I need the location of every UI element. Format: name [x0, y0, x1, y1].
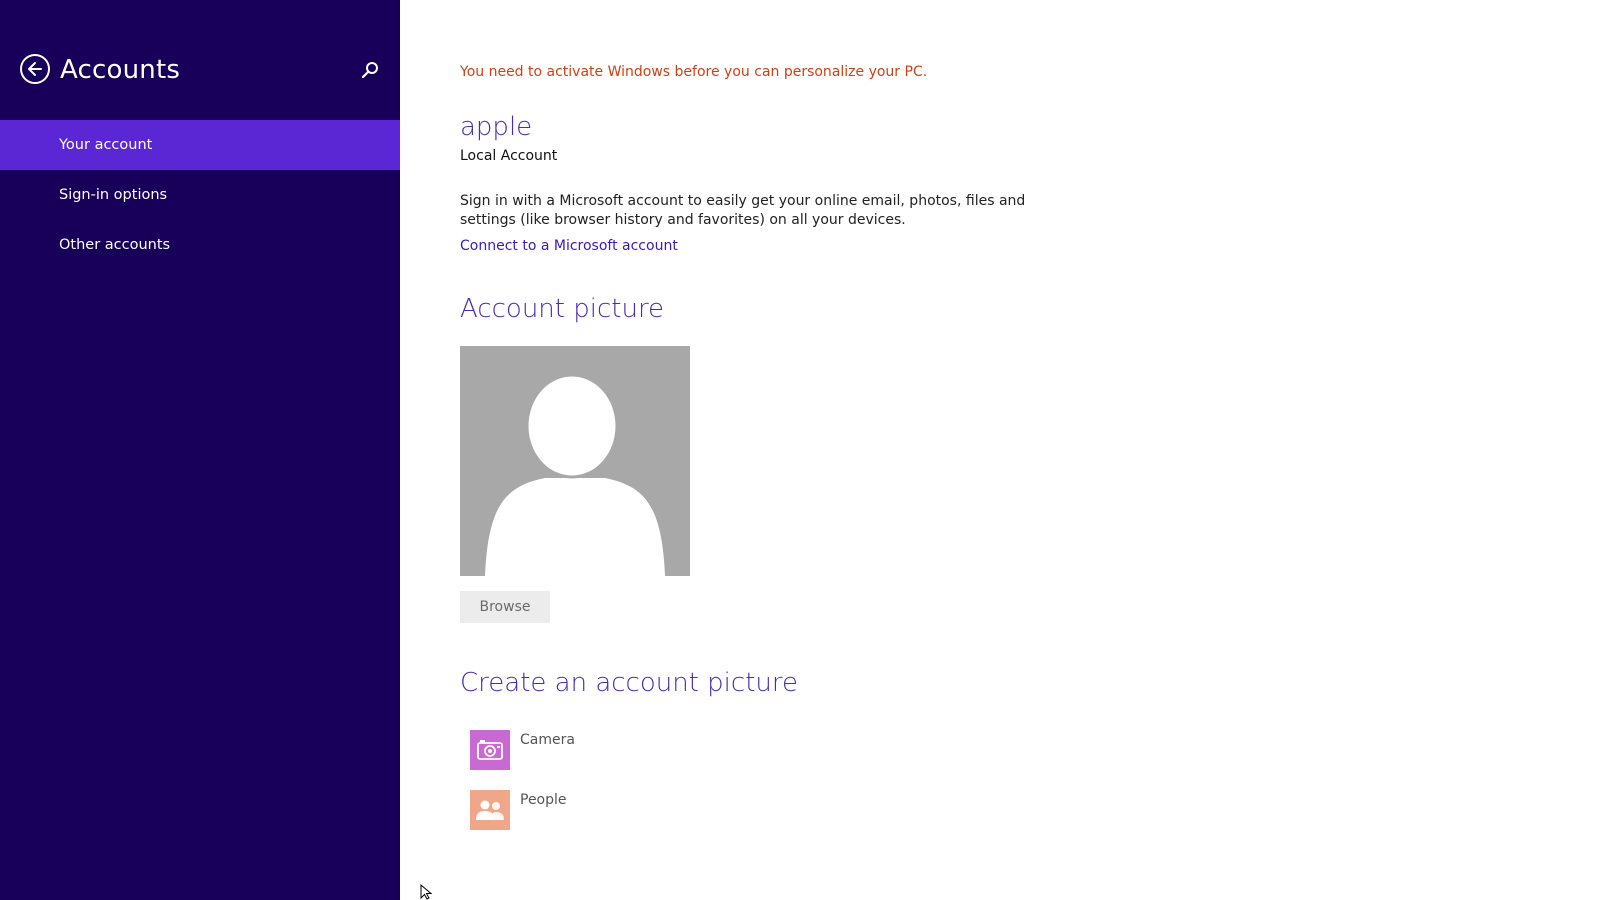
- search-button[interactable]: [360, 60, 380, 80]
- sidebar-item-your-account[interactable]: Your account: [0, 120, 400, 170]
- create-account-picture-heading: Create an account picture: [460, 668, 798, 698]
- browse-button[interactable]: Browse: [460, 591, 550, 623]
- people-option-label: People: [520, 792, 567, 808]
- back-arrow-icon: [28, 62, 42, 76]
- default-user-silhouette-icon: [485, 373, 665, 576]
- search-icon: [361, 62, 378, 79]
- sidebar-header: Accounts: [20, 52, 380, 88]
- sidebar-item-label: Sign-in options: [59, 187, 168, 203]
- connect-microsoft-account-link[interactable]: Connect to a Microsoft account: [460, 238, 678, 254]
- sidebar-nav: Your account Sign-in options Other accou…: [0, 120, 400, 270]
- sidebar-title: Accounts: [60, 55, 181, 85]
- settings-window: Accounts Your account Sign-in options Ot…: [0, 0, 1600, 900]
- sidebar-item-other-accounts[interactable]: Other accounts: [0, 220, 400, 270]
- people-tile: [470, 790, 510, 830]
- account-picture-heading: Account picture: [460, 294, 665, 324]
- sidebar: Accounts Your account Sign-in options Ot…: [0, 0, 400, 900]
- avatar: [460, 346, 690, 576]
- mouse-cursor-icon: [420, 884, 433, 900]
- account-type: Local Account: [460, 148, 558, 164]
- people-icon: [476, 800, 504, 820]
- activation-notice: You need to activate Windows before you …: [460, 64, 928, 80]
- user-name: apple: [460, 112, 533, 142]
- main-content: You need to activate Windows before you …: [460, 0, 1560, 900]
- camera-icon: [477, 740, 503, 760]
- sidebar-item-label: Your account: [59, 137, 153, 153]
- camera-tile: [470, 730, 510, 770]
- signin-description: Sign in with a Microsoft account to easi…: [460, 193, 1026, 228]
- sidebar-item-sign-in-options[interactable]: Sign-in options: [0, 170, 400, 220]
- camera-option-label: Camera: [520, 732, 575, 748]
- sidebar-item-label: Other accounts: [59, 237, 171, 253]
- back-button[interactable]: [20, 54, 50, 84]
